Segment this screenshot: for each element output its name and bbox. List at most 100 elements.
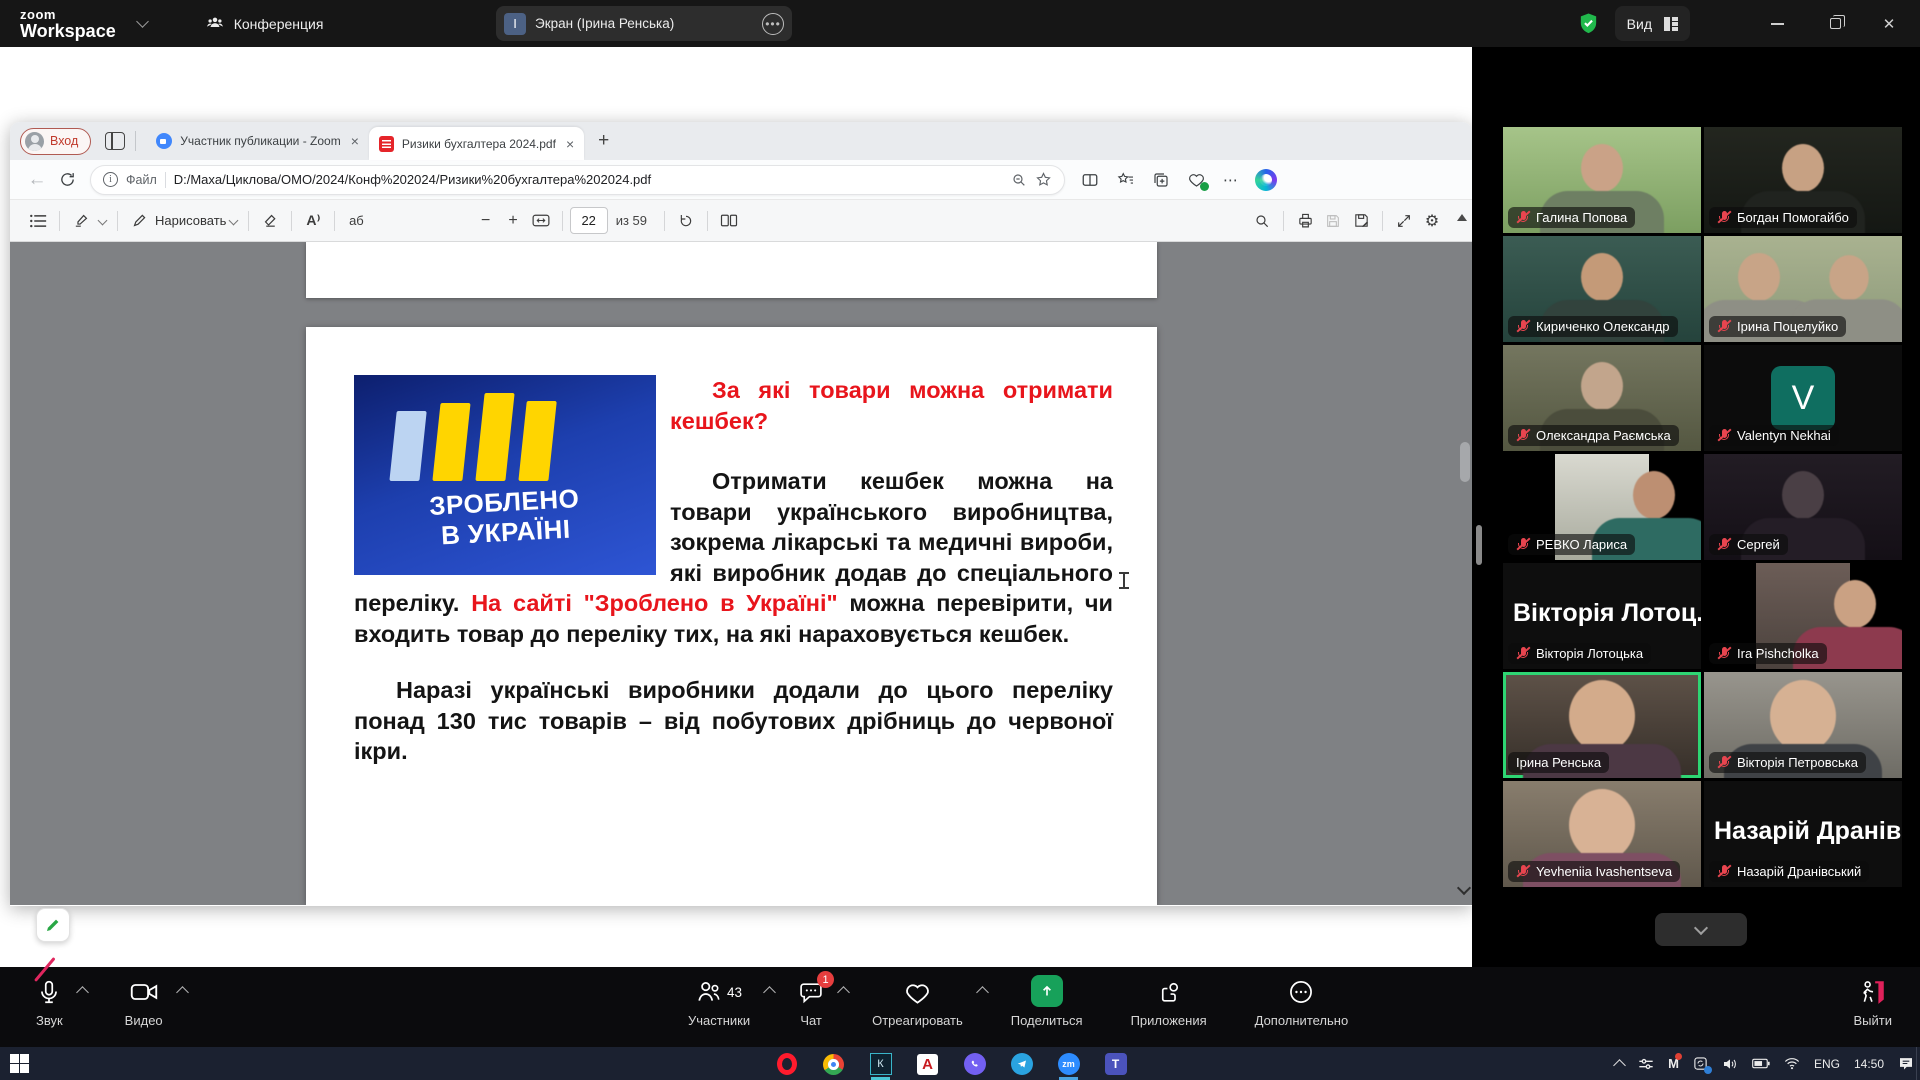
tray-notifications-icon[interactable] xyxy=(1898,1056,1914,1071)
workspaces-icon[interactable] xyxy=(105,132,125,150)
taskbar-zoom-icon[interactable]: zm xyxy=(1057,1053,1080,1076)
print-icon[interactable] xyxy=(1291,207,1319,235)
tray-wifi-icon[interactable] xyxy=(1784,1057,1800,1070)
tray-battery-icon[interactable] xyxy=(1752,1058,1770,1069)
translate-icon[interactable]: aб xyxy=(342,207,370,235)
collections-icon[interactable] xyxy=(1152,171,1170,189)
participant-tile[interactable]: Сергей xyxy=(1704,454,1902,560)
participant-tile[interactable]: Вікторія Петровська xyxy=(1704,672,1902,778)
screen-share-pill[interactable]: I Экран (Ірина Ренська) ••• xyxy=(496,6,792,41)
share-screen-button[interactable]: Поделиться xyxy=(1011,978,1083,1028)
save-as-icon[interactable] xyxy=(1347,207,1375,235)
settings-gear-icon[interactable]: ⚙ xyxy=(1418,207,1446,235)
participant-tile-active-speaker[interactable]: Ірина Ренська xyxy=(1503,672,1701,778)
rotate-icon[interactable] xyxy=(672,207,700,235)
participant-tile[interactable]: Назарій Дранів... Назарій Дранівський xyxy=(1704,781,1902,887)
chevron-up-icon[interactable] xyxy=(837,986,850,999)
panel-resize-handle[interactable] xyxy=(1476,525,1482,565)
reactions-button[interactable]: Отреагировать xyxy=(872,978,963,1028)
address-bar[interactable]: i Файл D:/Maxa/Циклова/ОМО/2024/Конф%202… xyxy=(90,165,1065,195)
show-desktop-sliver[interactable] xyxy=(1916,1047,1920,1080)
audio-button[interactable]: Звук xyxy=(36,978,63,1028)
eraser-icon[interactable] xyxy=(256,207,284,235)
page-view-icon[interactable] xyxy=(715,207,743,235)
tray-mail-icon[interactable]: M xyxy=(1668,1056,1679,1071)
participant-tile[interactable]: Yevheniia Ivashentseva xyxy=(1503,781,1701,887)
more-button[interactable]: Дополнительно xyxy=(1255,978,1349,1028)
fullscreen-icon[interactable] xyxy=(1390,207,1418,235)
favorites-bar-icon[interactable] xyxy=(1116,171,1135,189)
browser-profile-button[interactable]: Вход xyxy=(20,128,91,155)
taskbar-app-icon[interactable]: К xyxy=(869,1053,892,1076)
taskbar-telegram-icon[interactable] xyxy=(1010,1053,1033,1076)
video-button[interactable]: Видео xyxy=(125,978,163,1028)
tray-clock[interactable]: 14:50 xyxy=(1854,1057,1884,1071)
apps-button[interactable]: Приложения xyxy=(1131,978,1207,1028)
zoom-in-button[interactable]: + xyxy=(499,212,526,230)
tab-zoom-meeting[interactable]: Участник публикации - Zoom × xyxy=(146,126,369,156)
chevron-up-icon[interactable] xyxy=(176,986,189,999)
participant-tile[interactable]: РЕВКО Лариса xyxy=(1503,454,1701,560)
restore-button[interactable] xyxy=(1812,0,1858,47)
new-tab-button[interactable]: + xyxy=(598,130,609,152)
participant-tile[interactable]: Ірина Поцелуйко xyxy=(1704,236,1902,342)
view-button[interactable]: Вид xyxy=(1615,6,1690,41)
tab-close-icon[interactable]: × xyxy=(351,133,359,149)
zoom-page-icon[interactable] xyxy=(1011,172,1027,188)
participant-tile[interactable]: Богдан Помогайбо xyxy=(1704,127,1902,233)
taskbar-chrome-icon[interactable] xyxy=(822,1053,845,1076)
more-options-icon[interactable]: ••• xyxy=(762,13,784,35)
browser-essentials-icon[interactable] xyxy=(1187,171,1206,189)
pdf-viewer[interactable]: ЗРОБЛЕНО В УКРАЇНІ За які товари можна о… xyxy=(10,242,1472,905)
fit-width-icon[interactable] xyxy=(527,207,555,235)
tab-close-icon[interactable]: × xyxy=(566,136,574,152)
participant-tile[interactable]: Вікторія Лотоц... Вікторія Лотоцька xyxy=(1503,563,1701,669)
highlighter-icon[interactable] xyxy=(67,207,95,235)
chevron-up-icon[interactable] xyxy=(763,986,776,999)
zoom-out-button[interactable]: − xyxy=(472,212,499,230)
scroll-down-arrow[interactable] xyxy=(1457,881,1471,895)
gallery-scroll-down-button[interactable] xyxy=(1655,913,1747,946)
participant-tile[interactable]: Галина Попова xyxy=(1503,127,1701,233)
toc-icon[interactable] xyxy=(24,207,52,235)
tray-sync-icon[interactable] xyxy=(1693,1056,1708,1071)
participant-tile[interactable]: Кириченко Олександр xyxy=(1503,236,1701,342)
read-aloud-icon[interactable]: A⁾ xyxy=(299,207,327,235)
back-button[interactable]: ← xyxy=(22,169,52,191)
copilot-icon[interactable] xyxy=(1255,169,1277,191)
tray-language[interactable]: ENG xyxy=(1814,1057,1840,1071)
refresh-button[interactable] xyxy=(52,171,82,188)
chevron-down-icon[interactable] xyxy=(98,216,108,226)
participants-button[interactable]: 43 Участники xyxy=(688,978,750,1028)
chat-button[interactable]: 1 Чат xyxy=(798,978,824,1028)
split-screen-icon[interactable] xyxy=(1081,171,1099,189)
draw-pen-icon[interactable] xyxy=(125,207,153,235)
favorite-star-icon[interactable] xyxy=(1035,171,1052,188)
taskbar-a-app-icon[interactable]: A xyxy=(916,1053,939,1076)
minimize-button[interactable] xyxy=(1754,0,1800,47)
draw-label[interactable]: Нарисовать xyxy=(155,213,226,228)
participant-tile[interactable]: Ira Pishcholka xyxy=(1704,563,1902,669)
chevron-down-icon[interactable] xyxy=(136,15,149,28)
chevron-up-icon[interactable] xyxy=(76,986,89,999)
tray-expand-icon[interactable] xyxy=(1613,1059,1626,1072)
tab-pdf-active[interactable]: Ризики бухгалтера 2024.pdf × xyxy=(369,127,584,160)
chevron-up-icon[interactable] xyxy=(976,986,989,999)
taskbar-opera-icon[interactable] xyxy=(775,1053,798,1076)
tray-mixer-icon[interactable] xyxy=(1638,1057,1654,1071)
site-info-icon[interactable]: i xyxy=(103,172,118,187)
participant-tile[interactable]: V Valentyn Nekhai xyxy=(1704,345,1902,451)
chevron-down-icon[interactable] xyxy=(229,216,239,226)
leave-button[interactable]: Выйти xyxy=(1854,978,1893,1028)
scroll-up-arrow[interactable] xyxy=(1457,214,1467,221)
start-button[interactable] xyxy=(10,1054,29,1073)
address-url[interactable]: D:/Maxa/Циклова/ОМО/2024/Конф%202024/Риз… xyxy=(174,172,1003,187)
annotation-pencil-button[interactable] xyxy=(36,908,70,942)
taskbar-teams-icon[interactable]: T xyxy=(1104,1053,1127,1076)
taskbar-viber-icon[interactable] xyxy=(963,1053,986,1076)
browser-menu-icon[interactable]: ⋯ xyxy=(1223,171,1238,189)
tray-speaker-icon[interactable] xyxy=(1722,1057,1738,1071)
search-icon[interactable] xyxy=(1248,207,1276,235)
scrollbar-thumb[interactable] xyxy=(1460,442,1470,482)
close-button[interactable]: ✕ xyxy=(1866,0,1912,47)
